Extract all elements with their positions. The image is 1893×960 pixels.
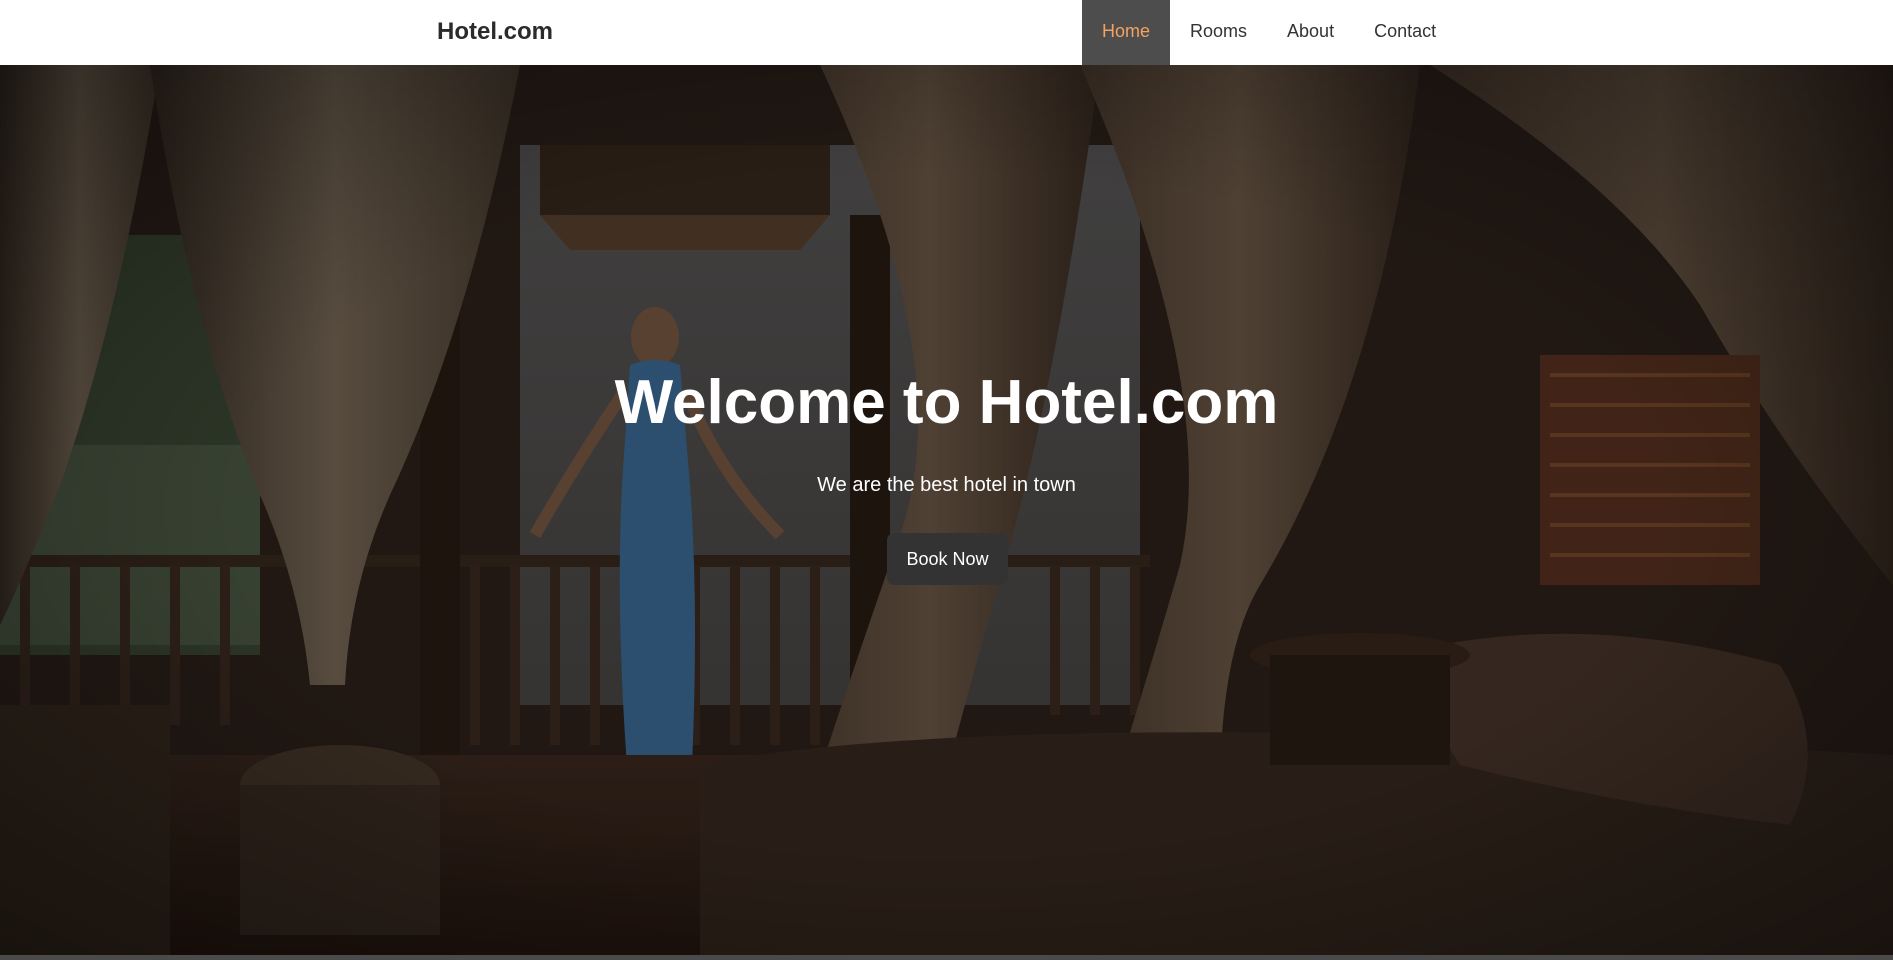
hero-section: Welcome to Hotel.com We are the best hot… [0,65,1893,955]
brand-logo[interactable]: Hotel.com [437,0,553,65]
nav-link-rooms[interactable]: Rooms [1170,0,1267,65]
hero-subtitle: We are the best hotel in town [817,474,1076,496]
page-bottom-edge [0,955,1893,960]
nav-links: Home Rooms About Contact [1082,0,1456,65]
book-now-button[interactable]: Book Now [887,533,1008,585]
nav-link-about[interactable]: About [1267,0,1354,65]
hero-content: Welcome to Hotel.com We are the best hot… [0,65,1893,955]
hero-title: Welcome to Hotel.com [614,368,1279,437]
nav-link-contact[interactable]: Contact [1354,0,1456,65]
navbar: Hotel.com Home Rooms About Contact [0,0,1893,65]
nav-link-home[interactable]: Home [1082,0,1171,65]
